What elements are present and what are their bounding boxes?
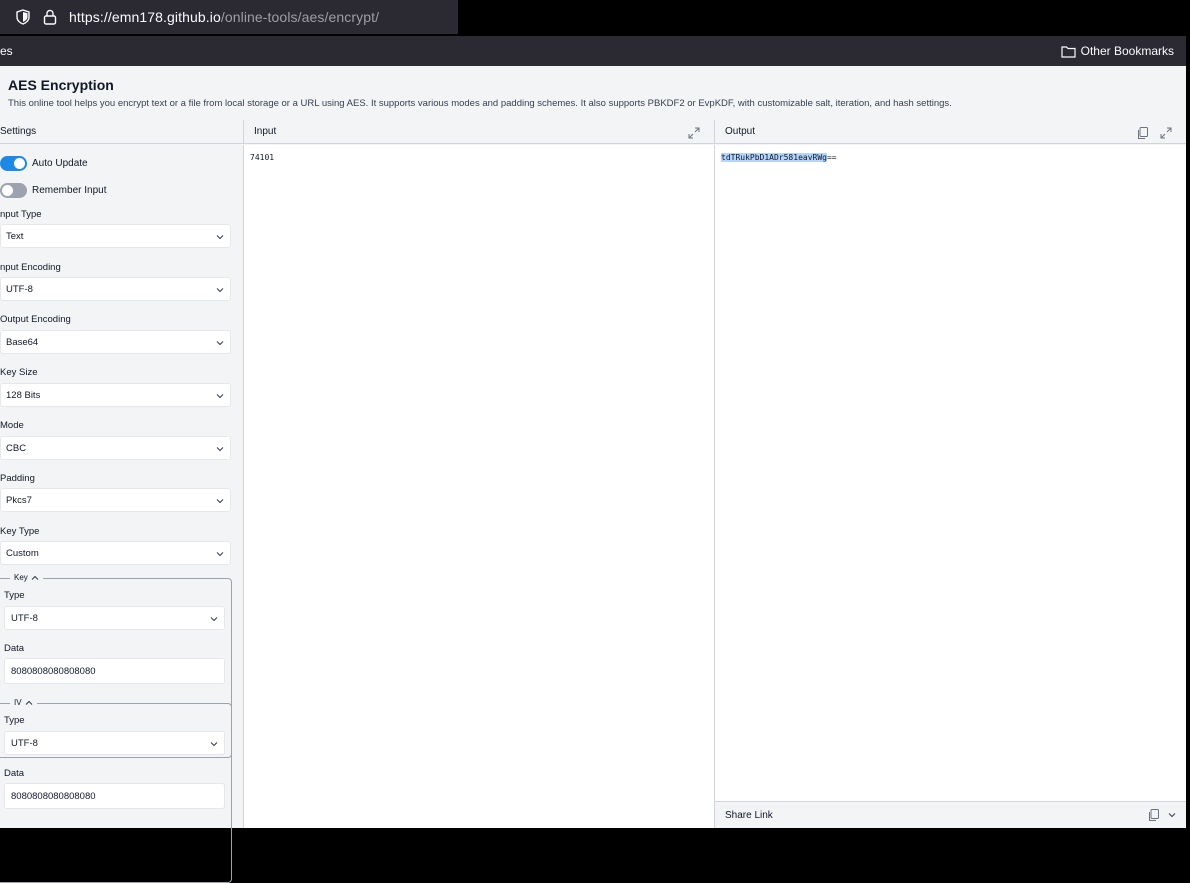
- remember-input-toggle[interactable]: Remember Input: [0, 182, 106, 198]
- chevron-down-icon: [216, 288, 224, 293]
- output-encoding-label: Output Encoding: [0, 314, 71, 325]
- url-path: /online-tools/aes/encrypt/: [220, 9, 380, 25]
- key-data-input[interactable]: 8080808080808080: [4, 658, 225, 684]
- iv-legend[interactable]: IV: [10, 698, 37, 707]
- page: AES Encryption This online tool helps yo…: [0, 66, 1186, 883]
- iv-data-value: 8080808080808080: [11, 790, 96, 802]
- page-header: AES Encryption This online tool helps yo…: [0, 66, 1186, 120]
- settings-header: Settings: [0, 120, 243, 144]
- auto-update-label: Auto Update: [32, 157, 88, 169]
- output-header: Output: [714, 120, 1186, 144]
- iv-encoding-select[interactable]: UTF-8: [4, 731, 225, 755]
- browser-toolbar: https://emn178.github.io/online-tools/ae…: [0, 0, 1190, 36]
- other-bookmarks-button[interactable]: Other Bookmarks: [1061, 44, 1174, 58]
- key-legend[interactable]: Key: [10, 573, 43, 582]
- chevron-down-icon: [216, 394, 224, 399]
- output-title: Output: [725, 126, 756, 137]
- key-size-select[interactable]: 128 Bits: [0, 383, 231, 407]
- iv-encoding-value: UTF-8: [11, 737, 38, 749]
- output-text: tdTRukPbD1ADr581eavRWg==: [721, 153, 837, 162]
- output-textarea[interactable]: tdTRukPbD1ADr581eavRWg==: [714, 145, 1186, 801]
- output-selected-text: tdTRukPbD1ADr581eavRWg: [721, 153, 827, 162]
- url-host: https://emn178.github.io: [69, 9, 221, 25]
- remember-input-switch[interactable]: [0, 182, 27, 198]
- window-edge: [1186, 36, 1190, 828]
- url-text[interactable]: https://emn178.github.io/online-tools/ae…: [69, 9, 379, 25]
- copy-icon[interactable]: [1136, 126, 1150, 140]
- mode-label: Mode: [0, 420, 24, 431]
- output-encoding-select[interactable]: Base64: [0, 330, 231, 354]
- lock-icon[interactable]: [43, 9, 57, 25]
- key-type-value: Custom: [6, 547, 39, 559]
- settings-title: Settings: [0, 126, 37, 137]
- input-encoding-label: nput Encoding: [0, 262, 61, 273]
- mode-value: CBC: [6, 442, 27, 454]
- output-encoding-value: Base64: [6, 336, 39, 348]
- chevron-down-icon: [216, 447, 224, 452]
- chevron-up-icon: [31, 575, 39, 580]
- key-type-select[interactable]: Custom: [0, 541, 231, 565]
- chevron-down-icon: [216, 552, 224, 557]
- page-description: This online tool helps you encrypt text …: [8, 98, 952, 109]
- auto-update-toggle[interactable]: Auto Update: [0, 155, 88, 171]
- share-link-bar[interactable]: Share Link: [714, 801, 1186, 828]
- input-encoding-value: UTF-8: [6, 283, 33, 295]
- bookmark-item[interactable]: es: [0, 44, 13, 58]
- padding-value: Pkcs7: [6, 494, 32, 506]
- expand-icon[interactable]: [1159, 126, 1173, 140]
- output-rest-text: ==: [826, 153, 837, 162]
- copy-icon[interactable]: [1147, 808, 1161, 822]
- chevron-down-icon: [216, 235, 224, 240]
- key-size-label: Key Size: [0, 367, 38, 378]
- bookmarks-bar: es Other Bookmarks: [0, 36, 1186, 66]
- iv-fieldset: IV Type UTF-8 Data 8080808080808080: [0, 698, 232, 883]
- input-type-select[interactable]: Text: [0, 224, 231, 248]
- chevron-down-icon: [216, 341, 224, 346]
- url-bar[interactable]: https://emn178.github.io/online-tools/ae…: [0, 0, 458, 34]
- key-size-value: 128 Bits: [6, 389, 41, 401]
- mode-select[interactable]: CBC: [0, 436, 231, 460]
- page-title: AES Encryption: [8, 77, 114, 93]
- chevron-down-icon[interactable]: [1168, 811, 1176, 819]
- input-text: 74101: [250, 153, 275, 162]
- key-type-field-label: Type: [4, 590, 25, 601]
- input-type-value: Text: [6, 230, 24, 242]
- chevron-down-icon: [216, 499, 224, 504]
- iv-legend-label: IV: [14, 698, 22, 707]
- input-type-label: nput Type: [0, 209, 42, 220]
- settings-panel: Auto Update Remember Input nput Type Tex…: [0, 145, 243, 883]
- key-legend-label: Key: [14, 573, 28, 582]
- iv-type-field-label: Type: [4, 715, 25, 726]
- padding-label: Padding: [0, 473, 35, 484]
- chevron-up-icon: [25, 700, 32, 705]
- iv-data-input[interactable]: 8080808080808080: [4, 783, 225, 809]
- shield-icon[interactable]: [15, 9, 31, 25]
- input-textarea[interactable]: 74101: [243, 145, 714, 828]
- key-data-value: 8080808080808080: [11, 665, 96, 677]
- input-title: Input: [254, 126, 277, 137]
- share-link-label: Share Link: [725, 809, 773, 821]
- auto-update-switch[interactable]: [0, 155, 27, 171]
- chevron-down-icon: [210, 617, 218, 622]
- key-type-label: Key Type: [0, 526, 40, 537]
- iv-data-label: Data: [4, 768, 25, 779]
- remember-input-label: Remember Input: [32, 184, 107, 196]
- input-header: Input: [243, 120, 714, 144]
- key-data-label: Data: [4, 643, 25, 654]
- input-encoding-select[interactable]: UTF-8: [0, 277, 231, 301]
- padding-select[interactable]: Pkcs7: [0, 488, 231, 512]
- key-encoding-select[interactable]: UTF-8: [4, 606, 225, 630]
- other-bookmarks-label: Other Bookmarks: [1080, 44, 1174, 58]
- key-encoding-value: UTF-8: [11, 612, 38, 624]
- chevron-down-icon: [210, 742, 218, 747]
- expand-icon[interactable]: [687, 126, 701, 140]
- folder-icon: [1061, 45, 1076, 58]
